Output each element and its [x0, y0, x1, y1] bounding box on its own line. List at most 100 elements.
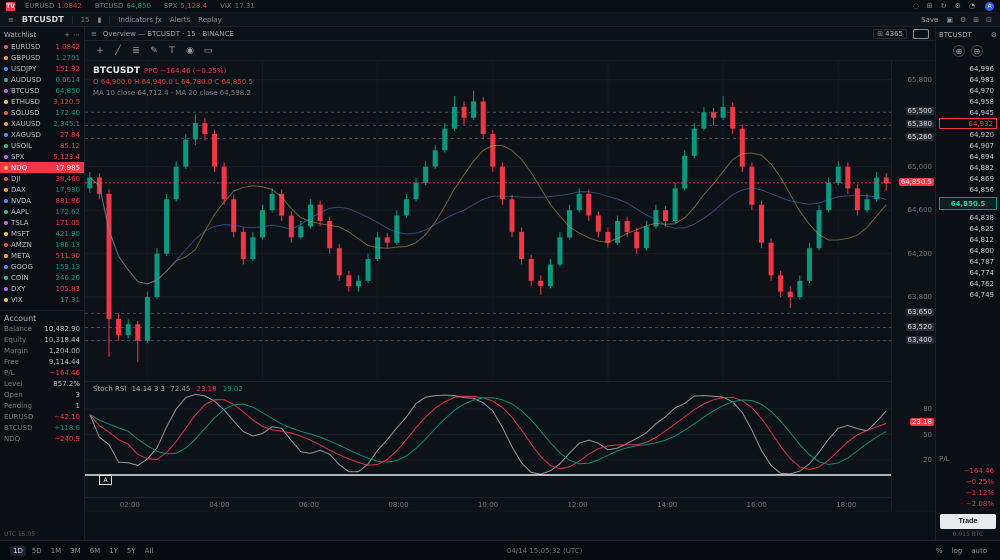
watchlist-row[interactable]: MSFT421.90 [0, 228, 84, 239]
trendline-icon[interactable]: ╱ [111, 44, 125, 58]
chart-type-icon[interactable]: ▮ [98, 16, 102, 24]
time-axis[interactable]: 02:0004:0006:0008:0010:0012:0014:0016:00… [85, 497, 891, 511]
bar-count-badge[interactable]: ⊞ 4365 [873, 29, 907, 39]
watchlist-row[interactable]: EURUSD1.0842 [0, 41, 84, 52]
watchlist-row[interactable]: NDQ17,985 [0, 162, 84, 173]
zoom-out-button[interactable]: ⊖ [971, 45, 983, 57]
chart-header-button[interactable] [913, 29, 929, 39]
app-logo[interactable]: TV [6, 2, 15, 11]
bid-row[interactable]: 64,749 [939, 289, 997, 300]
ask-row[interactable]: 64,958 [939, 96, 997, 107]
text-tool-icon[interactable]: T [165, 44, 179, 58]
watchlist-row[interactable]: XAGUSD27.84 [0, 129, 84, 140]
last-price-row[interactable]: 64,850.5 [939, 197, 997, 210]
bottom-scroll-strip[interactable] [85, 511, 935, 540]
candlestick-chart[interactable] [85, 61, 891, 381]
ask-row[interactable]: 64,932 [939, 118, 997, 129]
watchlist-row[interactable]: DXY105.83 [0, 283, 84, 294]
watchlist-row[interactable]: DJI38,460 [0, 173, 84, 184]
ticker-item[interactable]: VIX17.31 [220, 2, 258, 10]
baseline-label-chip[interactable]: A [99, 475, 112, 485]
range-button[interactable]: 5D [29, 546, 45, 556]
watchlist-row[interactable]: ETHUSD3,120.5 [0, 96, 84, 107]
camera-icon[interactable]: ▣ [946, 16, 953, 24]
menu-icon[interactable]: ≡ [8, 16, 14, 24]
brush-icon[interactable]: ✎ [147, 44, 161, 58]
settings-icon[interactable]: ⚙ [955, 2, 961, 10]
bid-row[interactable]: 64,774 [939, 267, 997, 278]
watchlist-row[interactable]: USOIL85.12 [0, 140, 84, 151]
dom-settings-icon[interactable]: ⚙ [991, 31, 997, 39]
ask-row[interactable]: 64,945 [939, 107, 997, 118]
range-button[interactable]: 1M [48, 546, 65, 556]
trade-button[interactable]: Trade [940, 514, 996, 529]
watchlist-row[interactable]: NVDA881.86 [0, 195, 84, 206]
watchlist-row[interactable]: GOOG159.13 [0, 261, 84, 272]
position-row[interactable]: NDQ−240.9 [0, 435, 84, 446]
range-button[interactable]: 1Y [106, 546, 121, 556]
watchlist-row[interactable]: COIN246.20 [0, 272, 84, 283]
ask-row[interactable]: 64,856 [939, 184, 997, 195]
bid-row[interactable]: 64,762 [939, 278, 997, 289]
range-button[interactable]: 3M [67, 546, 84, 556]
watchlist-row[interactable]: DAX17,930 [0, 184, 84, 195]
layout-grid-icon[interactable]: ⊞ [973, 16, 979, 24]
avatar[interactable]: A [985, 2, 994, 11]
watchlist-row[interactable]: GBPUSD1.2701 [0, 52, 84, 63]
watchlist-row[interactable]: VIX17.31 [0, 294, 84, 305]
watchlist-row[interactable]: SOLUSD172.40 [0, 107, 84, 118]
ask-row[interactable]: 64,920 [939, 129, 997, 140]
watchlist-row[interactable]: XAUUSD2,345.1 [0, 118, 84, 129]
fib-retracement-icon[interactable]: ≣ [129, 44, 143, 58]
save-button[interactable]: Save [921, 16, 938, 24]
ticker-item[interactable]: BTCUSD64,850 [95, 2, 154, 10]
ask-row[interactable]: 64,996 [939, 63, 997, 74]
chart-canvas-area[interactable]: 02:0004:0006:0008:0010:0012:0014:0016:00… [85, 61, 935, 511]
watchlist-row[interactable]: BTCUSD64,850 [0, 85, 84, 96]
toolbar-item[interactable]: Alerts [170, 16, 190, 24]
zoom-in-button[interactable]: ⊕ [953, 45, 965, 57]
ticker-item[interactable]: EURUSD1.0842 [25, 2, 85, 10]
watchlist-row[interactable]: AAPL172.62 [0, 206, 84, 217]
toolbar-item[interactable]: Indicators ƒx [118, 16, 161, 24]
bid-row[interactable]: 64,812 [939, 234, 997, 245]
ask-row[interactable]: 64,970 [939, 85, 997, 96]
interval-button[interactable]: 15 [81, 16, 90, 24]
watchlist-row[interactable]: META511.90 [0, 250, 84, 261]
ask-row[interactable]: 64,882 [939, 162, 997, 173]
range-button[interactable]: 1D [10, 546, 26, 556]
scale-toggle[interactable]: % [933, 546, 946, 556]
toolbar-item[interactable]: Replay [198, 16, 222, 24]
grid-layout-icon[interactable]: ⊞ [927, 2, 933, 10]
ask-row[interactable]: 64,894 [939, 151, 997, 162]
bid-row[interactable]: 64,825 [939, 223, 997, 234]
watchlist-more-icon[interactable]: ⋯ [73, 31, 80, 39]
ask-row[interactable]: 64,983 [939, 74, 997, 85]
add-symbol-icon[interactable]: + [64, 31, 70, 39]
watchlist-row[interactable]: SPX5,123.4 [0, 151, 84, 162]
symbol-search-button[interactable]: BTCUSDT [22, 15, 64, 24]
crosshair-icon[interactable]: + [93, 44, 107, 58]
ask-row[interactable]: 64,907 [939, 140, 997, 151]
watchlist-row[interactable]: USDJPY151.32 [0, 63, 84, 74]
notifications-icon[interactable]: ◔ [969, 2, 975, 10]
range-button[interactable]: 5Y [124, 546, 139, 556]
position-row[interactable]: EURUSD−42.10 [0, 413, 84, 424]
range-button[interactable]: 6M [87, 546, 104, 556]
bid-row[interactable]: 64,787 [939, 256, 997, 267]
fullscreen-icon[interactable]: ⊡ [986, 16, 992, 24]
watchlist-row[interactable]: AUDUSD0.6614 [0, 74, 84, 85]
watchlist-row[interactable]: AMZN186.13 [0, 239, 84, 250]
position-row[interactable]: BTCUSD+118.6 [0, 424, 84, 435]
chart-menu-icon[interactable]: ≡ [91, 30, 97, 38]
magnet-icon[interactable]: ◉ [183, 44, 197, 58]
bid-row[interactable]: 64,800 [939, 245, 997, 256]
price-axis[interactable]: 65,80065,40065,00064,60064,20063,80063,4… [891, 61, 935, 511]
ticker-item[interactable]: SPX5,123.4 [164, 2, 210, 10]
bid-row[interactable]: 64,838 [939, 212, 997, 223]
scale-toggle[interactable]: auto [968, 546, 990, 556]
refresh-icon[interactable]: ↻ [941, 2, 947, 10]
ask-row[interactable]: 64,869 [939, 173, 997, 184]
measure-icon[interactable]: ▭ [201, 44, 215, 58]
settings-icon[interactable]: ⚙ [960, 16, 966, 24]
